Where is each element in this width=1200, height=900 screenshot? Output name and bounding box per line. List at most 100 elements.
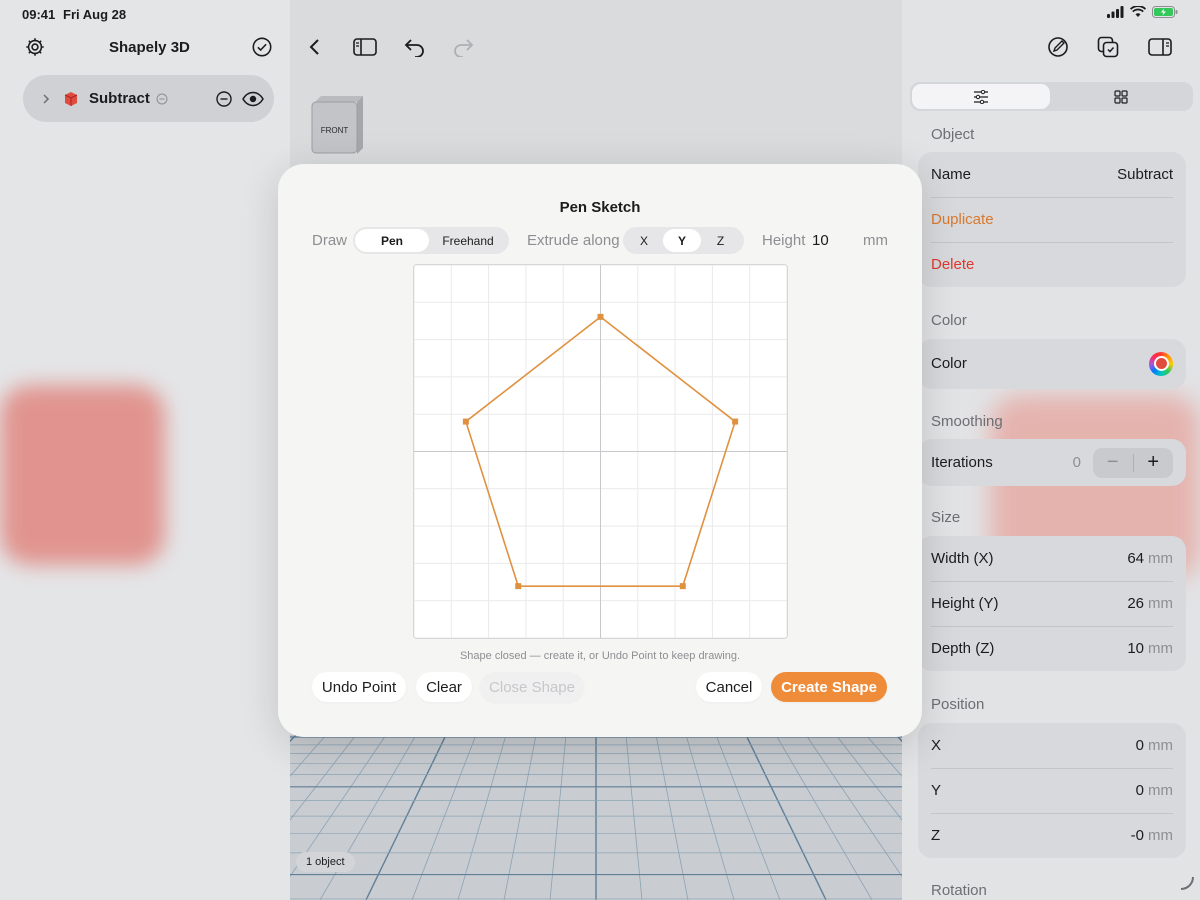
pen-sketch-dialog: Pen Sketch Draw Pen Freehand Extrude alo… — [278, 164, 922, 737]
position-row-y[interactable]: Y 0 mm — [931, 768, 1173, 813]
position-value[interactable]: 0 — [1136, 782, 1144, 799]
ground-grid-line — [365, 735, 447, 900]
sketch-canvas[interactable] — [413, 264, 788, 639]
height-unit: mm — [863, 232, 888, 249]
object-name-value[interactable]: Subtract — [1117, 166, 1173, 183]
remove-circle-icon[interactable] — [216, 90, 232, 107]
ground-grid-line — [835, 735, 902, 821]
section-header-color: Color — [931, 312, 967, 329]
color-label: Color — [931, 355, 967, 372]
position-value[interactable]: 0 — [1136, 737, 1144, 754]
size-value[interactable]: 64 — [1127, 550, 1144, 567]
iterations-stepper[interactable]: 0 − + — [1073, 447, 1174, 478]
extrude-option-y[interactable]: Y — [663, 229, 701, 252]
extrude-option-x[interactable]: X — [625, 229, 663, 252]
color-picker-well[interactable] — [1149, 351, 1173, 376]
checkmark-circle-icon — [252, 37, 272, 57]
redo-button[interactable] — [448, 32, 478, 62]
duplicate-tool-button[interactable] — [1093, 32, 1123, 62]
tree-item-subtract[interactable]: Subtract — [23, 75, 274, 122]
size-label: Depth (Z) — [931, 640, 995, 657]
size-label: Height (Y) — [931, 595, 999, 612]
ground-grid-line — [685, 735, 735, 900]
size-row-width[interactable]: Width (X) 64 mm — [931, 536, 1173, 581]
app-title: Shapely 3D — [109, 39, 190, 56]
draw-option-freehand[interactable]: Freehand — [429, 229, 507, 252]
clear-button[interactable]: Clear — [416, 672, 472, 702]
cancel-button[interactable]: Cancel — [696, 672, 762, 702]
smoothing-card: Iterations 0 − + — [918, 439, 1186, 486]
duplicate-button[interactable]: Duplicate — [931, 197, 1173, 242]
sidebar-right-icon — [1148, 38, 1172, 56]
position-row-x[interactable]: X 0 mm — [931, 723, 1173, 768]
ground-grid-line — [625, 735, 643, 900]
increment-button[interactable]: + — [1134, 451, 1174, 474]
eye-icon[interactable] — [241, 91, 264, 107]
gear-icon — [26, 38, 44, 56]
sketch-vertex — [462, 418, 469, 425]
draw-option-pen[interactable]: Pen — [355, 229, 429, 252]
redo-icon — [454, 39, 474, 57]
decrement-button[interactable]: − — [1093, 451, 1133, 474]
size-row-depth[interactable]: Depth (Z) 10 mm — [931, 626, 1173, 671]
position-row-z[interactable]: Z -0 mm — [931, 813, 1173, 858]
position-unit: mm — [1148, 737, 1173, 754]
toggle-sidebar-button[interactable] — [350, 32, 380, 62]
extrude-option-z[interactable]: Z — [701, 229, 740, 252]
iterations-row: Iterations 0 − + — [931, 440, 1173, 485]
blurred-object-left — [0, 385, 165, 565]
section-header-rotation: Rotation — [931, 882, 987, 899]
ground-grid-line — [549, 735, 567, 900]
inspector-tab-control[interactable] — [910, 82, 1193, 111]
position-label: Y — [931, 782, 942, 799]
sketch-vertex — [597, 313, 604, 320]
resize-corner-icon — [1180, 876, 1194, 890]
draw-mode-segmented[interactable]: Pen Freehand — [353, 227, 509, 254]
view-cube[interactable]: FRONT — [311, 96, 365, 154]
size-unit: mm — [1148, 640, 1173, 657]
color-row[interactable]: Color — [931, 341, 1173, 386]
position-value[interactable]: -0 — [1131, 827, 1144, 844]
close-shape-button[interactable]: Close Shape — [480, 672, 584, 702]
select-mode-button[interactable] — [247, 32, 277, 62]
pencil-circle-icon — [1048, 37, 1068, 57]
object-count-badge: 1 object — [296, 852, 355, 872]
square-on-square-icon — [1097, 36, 1119, 58]
section-header-size: Size — [931, 509, 961, 526]
size-row-height[interactable]: Height (Y) 26 mm — [931, 581, 1173, 626]
section-header-object: Object — [931, 126, 975, 143]
toggle-inspector-button[interactable] — [1145, 32, 1175, 62]
height-input[interactable]: 10 — [812, 232, 829, 249]
ground-grid — [290, 735, 902, 900]
sketch-vertex — [679, 583, 686, 590]
tab-properties[interactable] — [912, 84, 1050, 109]
size-value[interactable]: 10 — [1127, 640, 1144, 657]
sketch-hint: Shape closed — create it, or Undo Point … — [459, 650, 741, 662]
tab-grid[interactable] — [1050, 84, 1191, 109]
create-shape-button[interactable]: Create Shape — [771, 672, 887, 702]
object-name-row[interactable]: Name Subtract — [931, 152, 1173, 197]
undo-point-button[interactable]: Undo Point — [312, 672, 406, 702]
size-value[interactable]: 26 — [1127, 595, 1144, 612]
back-button[interactable] — [300, 32, 330, 62]
chevron-right-icon[interactable] — [41, 93, 51, 105]
undo-button[interactable] — [400, 32, 430, 62]
ground-grid-line — [290, 735, 327, 777]
extrude-axis-segmented[interactable]: X Y Z — [623, 227, 744, 254]
size-card: Width (X) 64 mm Height (Y) 26 mm Depth (Z)… — [918, 536, 1186, 671]
subtract-operation-icon — [156, 93, 168, 104]
section-header-position: Position — [931, 696, 985, 713]
status-time: 09:41 — [22, 7, 56, 22]
ground-grid-line — [319, 735, 417, 900]
delete-button[interactable]: Delete — [931, 242, 1173, 287]
height-label: Height — [762, 232, 806, 249]
status-date: Fri Aug 28 — [63, 7, 127, 22]
subtract-shape-icon — [64, 91, 78, 106]
measure-button[interactable] — [1043, 32, 1073, 62]
ground-grid-line — [775, 735, 873, 900]
ground-grid-line — [745, 735, 827, 900]
position-label: Z — [931, 827, 941, 844]
color-card: Color — [918, 339, 1186, 389]
view-cube-face-label: FRONT — [321, 126, 349, 135]
settings-button[interactable] — [20, 32, 50, 62]
